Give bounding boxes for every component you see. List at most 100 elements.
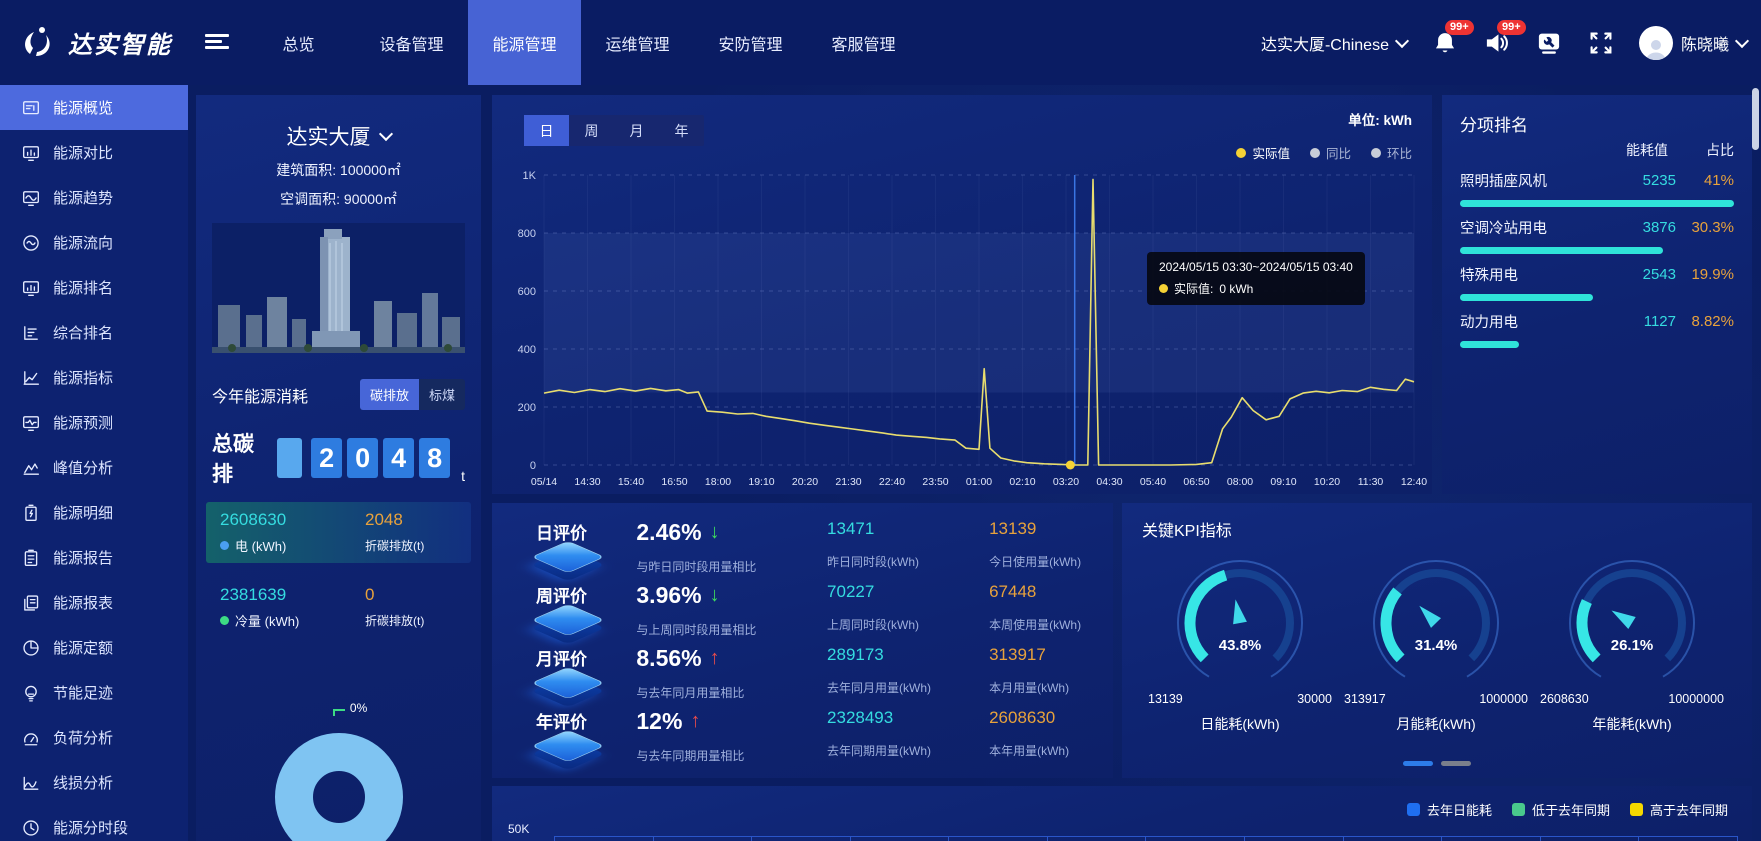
building-info-panel: 达实大厦 建筑面积: 100000㎡ 空调面积: 90000㎡ [196, 95, 481, 841]
bottom-legend-item-1[interactable]: 低于去年同期 [1512, 800, 1610, 819]
nav-item-1[interactable]: 设备管理 [355, 0, 468, 85]
legend-label: 同比 [1326, 143, 1351, 162]
fullscreen-icon[interactable] [1587, 29, 1615, 57]
legend-item-2[interactable]: 环比 [1371, 143, 1412, 162]
sidebar-item-12[interactable]: 能源定额 [0, 625, 188, 670]
sidebar-item-0[interactable]: 能源概览 [0, 85, 188, 130]
rank-percent: 41% [1676, 172, 1734, 189]
legend-label: 高于去年同期 [1650, 800, 1728, 819]
bar-column [1244, 837, 1343, 841]
sidebar-item-14[interactable]: 负荷分析 [0, 715, 188, 760]
chart-tab-2[interactable]: 月 [614, 115, 659, 146]
series-dot-icon [220, 541, 229, 550]
nav-item-2[interactable]: 能源管理 [468, 0, 581, 85]
legend-label: 环比 [1387, 143, 1412, 162]
sidebar-item-1[interactable]: 能源对比 [0, 130, 188, 175]
sidebar-item-label: 能源明细 [53, 502, 113, 523]
sidebar-item-label: 峰值分析 [53, 457, 113, 478]
svg-text:09:10: 09:10 [1270, 476, 1296, 488]
sidebar-item-label: 能源预测 [53, 412, 113, 433]
kpi-gauge-0: 43.8% 13139 30000 日能耗(kWh) [1142, 545, 1338, 734]
eval-row-1: 周评价 3.96% ↓ 与上周同时段用量相比 70227 上周同时段(kWh) … [522, 582, 1113, 645]
energy-value: 2381639 [220, 585, 299, 605]
peak-icon [22, 459, 40, 477]
chart-tab-3[interactable]: 年 [659, 115, 704, 146]
contact-card-icon[interactable] [1535, 29, 1563, 57]
daily-energy-bar-panel: 去年日能耗低于去年同期高于去年同期 50K [492, 786, 1752, 841]
timeslot-icon [22, 819, 40, 837]
digit-box-3: 8 [419, 438, 450, 478]
chart-tab-1[interactable]: 周 [569, 115, 614, 146]
sidebar-item-11[interactable]: 能源报表 [0, 580, 188, 625]
chart-tab-0[interactable]: 日 [524, 115, 569, 146]
nav-item-4[interactable]: 安防管理 [694, 0, 807, 85]
chevron-down-icon [378, 127, 392, 141]
lineloss-icon [22, 774, 40, 792]
kpi-pagination [1403, 761, 1471, 766]
user-menu[interactable]: 陈晓曦 [1639, 26, 1747, 60]
sidebar-item-9[interactable]: 能源明细 [0, 490, 188, 535]
eval-percent: 12% ↑ [636, 708, 827, 735]
rank-name: 动力用电 [1460, 311, 1614, 332]
gauge-label: 日能耗(kWh) [1142, 714, 1338, 734]
pager-dash[interactable] [1441, 761, 1471, 766]
hamburger-menu-icon[interactable] [205, 31, 229, 53]
sidebar-item-3[interactable]: 能源流向 [0, 220, 188, 265]
eval-name: 月评价 [522, 645, 636, 670]
rank-bar [1460, 294, 1593, 301]
nav-item-5[interactable]: 客服管理 [807, 0, 920, 85]
legend-label: 实际值 [1252, 143, 1290, 162]
platform-icon [522, 602, 618, 642]
gauge-percent: 26.1% [1611, 637, 1654, 654]
bar-column [751, 837, 850, 841]
sidebar-item-4[interactable]: 能源排名 [0, 265, 188, 310]
sidebar-item-13[interactable]: 节能足迹 [0, 670, 188, 715]
gauge-max: 30000 [1297, 692, 1332, 706]
rank-col-value: 能耗值 [1626, 140, 1668, 160]
scrollbar-thumb[interactable] [1752, 88, 1759, 150]
svg-text:400: 400 [518, 344, 536, 356]
legend-dot-icon [1236, 148, 1246, 158]
sidebar-item-8[interactable]: 峰值分析 [0, 445, 188, 490]
bottom-legend-item-0[interactable]: 去年日能耗 [1407, 800, 1492, 819]
rank-row-2: 特殊用电 2543 19.9% [1460, 264, 1734, 301]
bar-chart-grid [554, 836, 1738, 841]
sidebar-item-15[interactable]: 线损分析 [0, 760, 188, 805]
chevron-down-icon [1395, 33, 1409, 47]
sound-badge: 99+ [1497, 20, 1526, 35]
nav-item-3[interactable]: 运维管理 [581, 0, 694, 85]
donut-tick [333, 709, 345, 716]
detail-icon [22, 504, 40, 522]
rank-row-1: 空调冷站用电 3876 30.3% [1460, 217, 1734, 254]
sidebar-item-10[interactable]: 能源报告 [0, 535, 188, 580]
rank-header: 能耗值 占比 [1460, 140, 1734, 160]
evaluation-panel: 日评价 2.46% ↓ 与昨日同时段用量相比 13471 昨日同时段(kWh) … [492, 503, 1113, 778]
site-selector-dropdown[interactable]: 达实大厦-Chinese [1261, 31, 1407, 55]
legend-item-1[interactable]: 同比 [1310, 143, 1351, 162]
sidebar-item-2[interactable]: 能源趋势 [0, 175, 188, 220]
bar-chart-legend: 去年日能耗 低于去年同期 高于去年同期 [1407, 800, 1728, 819]
sidebar-item-label: 能源报表 [53, 592, 113, 613]
toggle-carbon[interactable]: 碳排放 [360, 379, 419, 410]
svg-text:01:00: 01:00 [966, 476, 992, 488]
sidebar-item-label: 能源趋势 [53, 187, 113, 208]
report-icon [22, 549, 40, 567]
sidebar-item-7[interactable]: 能源预测 [0, 400, 188, 445]
building-selector[interactable]: 达实大厦 [196, 121, 481, 151]
legend-item-0[interactable]: 实际值 [1236, 143, 1290, 162]
sidebar-item-6[interactable]: 能源指标 [0, 355, 188, 400]
svg-text:0: 0 [530, 460, 536, 472]
toggle-coal[interactable]: 标煤 [419, 379, 465, 410]
sidebar-item-16[interactable]: 能源分时段 [0, 805, 188, 841]
eval-cur-label: 本年用量(kWh) [989, 742, 1113, 759]
nav-item-0[interactable]: 总览 [242, 0, 355, 85]
sidebar-item-5[interactable]: 综合排名 [0, 310, 188, 355]
sound-speaker-icon[interactable]: 99+ [1483, 29, 1511, 57]
pager-dash-active[interactable] [1403, 761, 1433, 766]
energy-value: 2608630 [220, 510, 286, 530]
notification-bell-icon[interactable]: 99+ [1431, 29, 1459, 57]
chart-legend: 实际值 同比 环比 [1236, 143, 1412, 162]
bottom-legend-item-2[interactable]: 高于去年同期 [1630, 800, 1728, 819]
sidebar-item-label: 综合排名 [53, 322, 113, 343]
gauge-min: 313917 [1344, 692, 1386, 706]
